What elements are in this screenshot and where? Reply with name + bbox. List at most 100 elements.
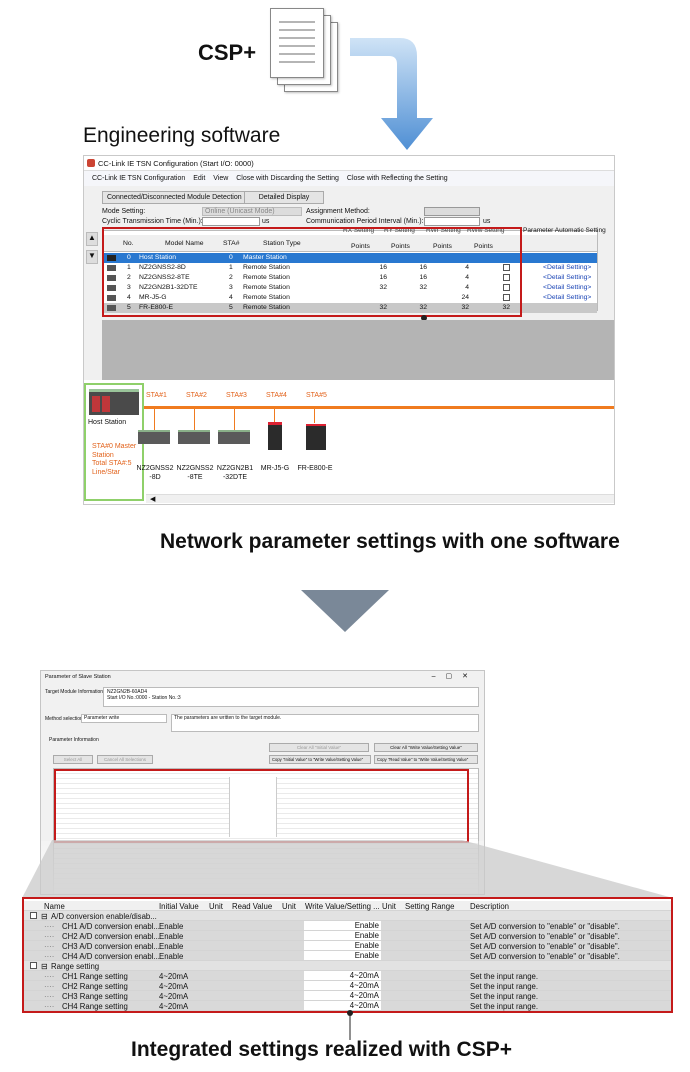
detail-setting-link[interactable]: <Detail Setting>: [543, 264, 591, 271]
caption-network-parameters: Network parameter settings with one soft…: [160, 530, 620, 553]
zoom-header-read: Read Value: [232, 901, 273, 911]
detail-setting-link[interactable]: <Detail Setting>: [543, 274, 591, 281]
method-select[interactable]: Parameter write: [81, 714, 167, 723]
window-controls[interactable]: –▢✕: [432, 672, 478, 680]
empty-list-area: [102, 320, 614, 380]
write-value-input[interactable]: 4~20mA: [304, 1001, 381, 1010]
param-row[interactable]: ⊟ Range setting: [24, 961, 671, 971]
zoom-header-unit: Unit: [382, 901, 396, 911]
write-value-input[interactable]: Enable: [304, 951, 381, 960]
zoom-header-unit: Unit: [282, 901, 296, 911]
detail-setting-link[interactable]: <Detail Setting>: [543, 284, 591, 291]
write-value-input[interactable]: [304, 911, 381, 920]
row-checkbox[interactable]: [30, 992, 37, 999]
param-name: Range setting: [51, 961, 100, 971]
menu-item-close-reflect[interactable]: Close with Reflecting the Setting: [347, 175, 448, 182]
tree-connector: ····: [44, 931, 55, 941]
assignment-method-label: Assignment Method:: [306, 208, 370, 215]
horizontal-scrollbar[interactable]: ◀: [146, 494, 614, 503]
write-value-input[interactable]: [304, 961, 381, 970]
drop-line: [274, 409, 275, 423]
copy-read-button[interactable]: Copy "Read Value" to "Write Value/Settin…: [374, 755, 478, 764]
param-row[interactable]: ···· CH2 Range setting 4~20mA 4~20mA Set the…: [24, 981, 671, 991]
row-checkbox[interactable]: [30, 942, 37, 949]
servo-amplifier-icon[interactable]: [268, 422, 282, 450]
remote-io-module-icon[interactable]: [218, 430, 250, 444]
detailed-display-button[interactable]: Detailed Display: [244, 191, 324, 204]
param-row[interactable]: ···· CH1 A/D conversion enabl... Enable Ena…: [24, 921, 671, 931]
zoom-header-range: Setting Range: [405, 901, 455, 911]
param-auto-header: Parameter Automatic Setting: [523, 227, 606, 234]
method-description: The parameters are written to the target…: [171, 714, 479, 732]
param-row[interactable]: ···· CH3 Range setting 4~20mA 4~20mA Set the…: [24, 991, 671, 1001]
group-checkbox[interactable]: [30, 912, 37, 919]
down-arrow-icon: [301, 590, 389, 632]
remote-io-module-icon[interactable]: [178, 430, 210, 444]
inverter-icon[interactable]: [306, 424, 326, 450]
module-detection-button[interactable]: Connected/Disconnected Module Detection: [102, 191, 247, 204]
row-checkbox[interactable]: [30, 952, 37, 959]
station-label: STA#2: [186, 392, 207, 399]
param-row[interactable]: ···· CH1 Range setting 4~20mA 4~20mA Set the…: [24, 971, 671, 981]
move-down-icon[interactable]: ▼: [86, 250, 98, 264]
method-selection-label: Method selection:: [45, 716, 85, 722]
cyclic-time-unit: us: [262, 218, 270, 225]
detail-setting-link[interactable]: <Detail Setting>: [543, 294, 591, 301]
menu-item-view[interactable]: View: [213, 175, 228, 182]
comm-period-unit: us: [483, 218, 491, 225]
highlight-frame-table: [102, 227, 522, 317]
device-label-line: FR-E800-E: [297, 465, 333, 472]
clear-initial-button[interactable]: Clear All "Initial Value": [269, 743, 369, 752]
cancel-selections-button[interactable]: Cancel All Selections: [97, 755, 153, 764]
host-station-box[interactable]: Host Station STA#0 Master Station Total …: [84, 383, 144, 501]
param-row[interactable]: ···· CH2 A/D conversion enabl... Enable Ena…: [24, 931, 671, 941]
device-label: NZ2GN2B1 -32DTE: [214, 464, 256, 482]
drop-line: [194, 409, 195, 431]
clear-write-button[interactable]: Clear All "Write Value/Setting Value": [374, 743, 478, 752]
host-info-line: Line/Star: [92, 468, 121, 476]
write-value-input[interactable]: 4~20mA: [304, 981, 381, 990]
collapse-icon[interactable]: ⊟: [41, 912, 48, 921]
row-checkbox[interactable]: [30, 982, 37, 989]
mode-setting-label: Mode Setting:: [102, 208, 146, 215]
param-description: Set the input range.: [470, 971, 539, 981]
param-row[interactable]: ···· CH3 A/D conversion enabl... Enable Ena…: [24, 941, 671, 951]
param-description: Set the input range.: [470, 981, 539, 991]
menu-item-edit[interactable]: Edit: [193, 175, 205, 182]
select-all-button[interactable]: Select All: [53, 755, 93, 764]
assignment-method-select[interactable]: [424, 207, 480, 216]
row-checkbox[interactable]: [30, 922, 37, 929]
row-checkbox[interactable]: [30, 1002, 37, 1009]
write-value-input[interactable]: Enable: [304, 931, 381, 940]
menu-item-close-discard[interactable]: Close with Discarding the Setting: [236, 175, 339, 182]
mode-setting-select[interactable]: Online (Unicast Mode): [202, 207, 302, 216]
param-row[interactable]: ···· CH4 A/D conversion enabl... Enable Ena…: [24, 951, 671, 961]
row-checkbox[interactable]: [30, 972, 37, 979]
zoom-header-unit: Unit: [209, 901, 223, 911]
param-row[interactable]: ⊟ A/D conversion enable/disab...: [24, 911, 671, 921]
comm-period-input[interactable]: [424, 217, 480, 226]
write-value-input[interactable]: 4~20mA: [304, 991, 381, 1000]
param-info-label: Parameter Information: [49, 737, 99, 743]
copy-initial-button[interactable]: Copy "Initial Value" to "Write Value/Set…: [269, 755, 371, 764]
cyclic-time-input[interactable]: [202, 217, 260, 226]
write-value-input[interactable]: 4~20mA: [304, 971, 381, 980]
menu-item-configuration[interactable]: CC-Link IE TSN Configuration: [92, 175, 185, 182]
tree-connector: ····: [44, 981, 55, 991]
app-icon: [87, 159, 95, 167]
move-up-icon[interactable]: ▲: [86, 232, 98, 246]
write-value-input[interactable]: Enable: [304, 941, 381, 950]
row-checkbox[interactable]: [30, 932, 37, 939]
zoom-header-description: Description: [470, 901, 509, 911]
device-label-line: NZ2GNSS2: [176, 465, 214, 472]
station-label: STA#3: [226, 392, 247, 399]
collapse-icon[interactable]: ⊟: [41, 962, 48, 971]
device-label-line: -8TE: [187, 474, 203, 481]
group-checkbox[interactable]: [30, 962, 37, 969]
write-value-input[interactable]: Enable: [304, 921, 381, 930]
remote-io-module-icon[interactable]: [138, 430, 170, 444]
drop-line: [314, 409, 315, 423]
target-module-start: Start I/O No.:0000 - Station No.:3: [107, 695, 181, 701]
initial-value: Enable: [159, 951, 184, 961]
target-module-box: NZ2GN2B-60AD4 Start I/O No.:0000 - Stati…: [103, 687, 479, 707]
